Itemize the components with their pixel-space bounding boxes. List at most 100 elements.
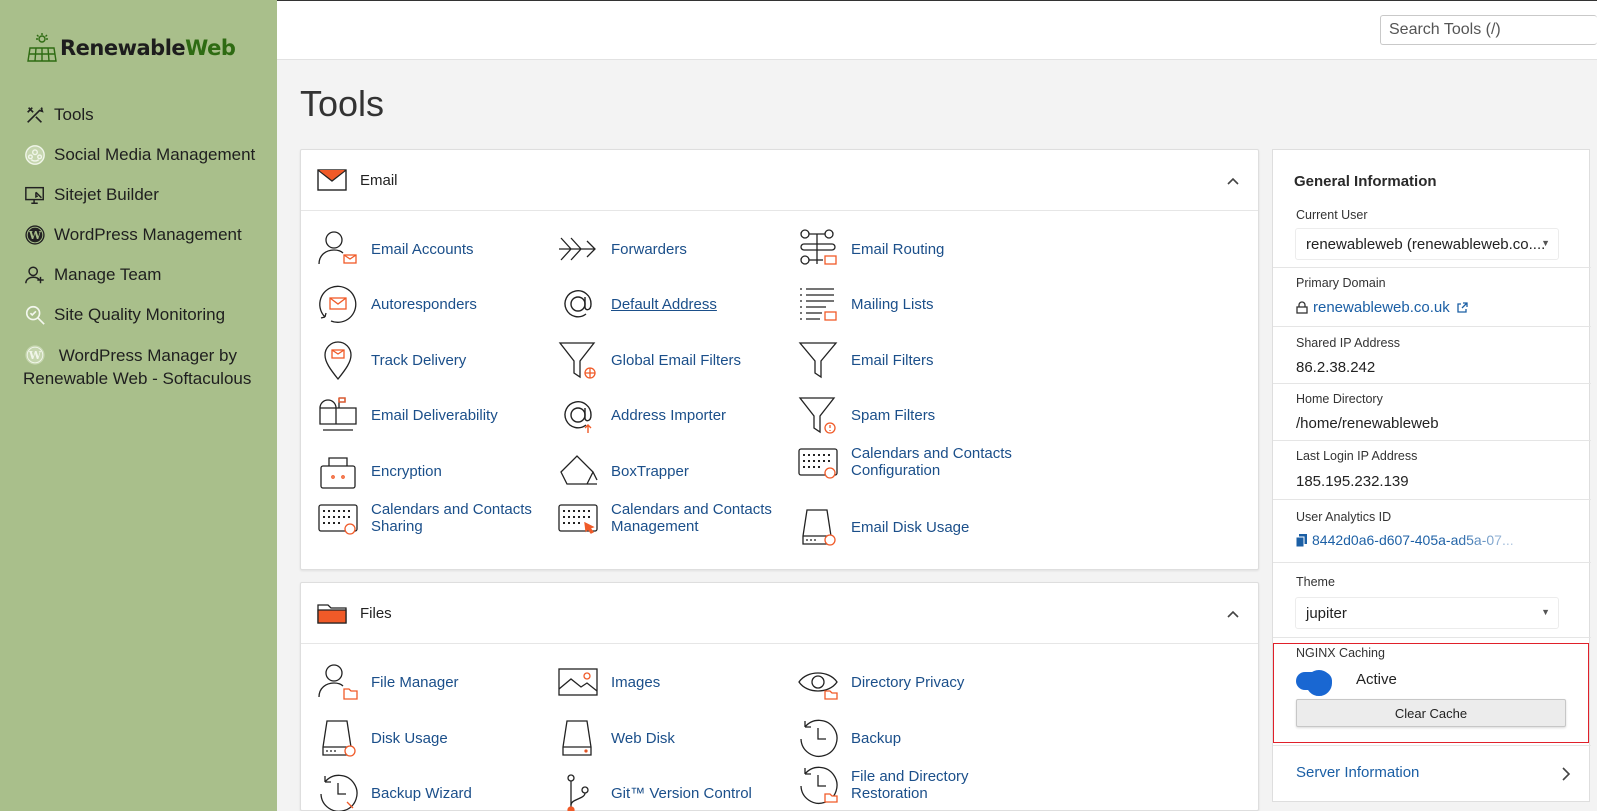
calendar-keyboard-icon <box>798 448 838 479</box>
primary-domain-link[interactable]: renewableweb.co.uk <box>1296 299 1468 316</box>
tool-label: BoxTrapper <box>611 462 689 480</box>
chevron-up-icon[interactable] <box>1226 174 1240 188</box>
tool-label: Images <box>611 673 661 691</box>
brand-logo[interactable]: RenewableWeb <box>26 32 236 64</box>
tool-backup[interactable]: Backup <box>797 717 1031 759</box>
tool-directory-privacy[interactable]: Directory Privacy <box>797 661 1031 703</box>
user-analytics-row: User Analytics ID 8442d0a6-d607-405a-ad5… <box>1273 500 1591 563</box>
email-routing-icon <box>800 229 837 265</box>
disk-usage-icon <box>802 509 836 546</box>
tool-email-accounts[interactable]: Email Accounts <box>317 228 551 270</box>
tool-label: Calendars and Contacts Management <box>611 501 772 535</box>
primary-domain-value: renewableweb.co.uk <box>1313 299 1450 316</box>
tool-label: File Manager <box>371 673 459 691</box>
current-user-label: Current User <box>1296 208 1368 222</box>
folder-icon <box>317 604 347 624</box>
tool-disk-usage[interactable]: Disk Usage <box>317 717 551 759</box>
theme-row: Theme jupiter ▼ <box>1273 563 1591 638</box>
tool-spam-filters[interactable]: Spam Filters <box>797 394 1031 436</box>
filter-globe-icon <box>558 342 596 379</box>
tool-calendars-contacts-sharing[interactable]: Calendars and Contacts Sharing <box>317 497 551 539</box>
file-manager-icon <box>318 664 358 700</box>
current-user-row: Current User renewableweb (renewableweb.… <box>1273 205 1591 268</box>
shared-ip-value: 86.2.38.242 <box>1296 359 1376 376</box>
chevron-right-icon <box>1562 767 1571 781</box>
spam-filter-icon <box>798 397 836 434</box>
tool-email-filters[interactable]: Email Filters <box>797 339 1031 381</box>
tool-email-deliverability[interactable]: Email Deliverability <box>317 394 551 436</box>
last-login-value: 185.195.232.139 <box>1296 473 1409 490</box>
chevron-up-icon[interactable] <box>1226 607 1240 621</box>
solar-panel-logo-icon <box>27 33 57 62</box>
tool-label: Default Address <box>611 295 717 313</box>
tool-mailing-lists[interactable]: Mailing Lists <box>797 283 1031 325</box>
social-media-icon <box>23 143 47 167</box>
sidebar-nav: Tools Social Media Management Sitejet Bu… <box>23 103 273 406</box>
tool-backup-wizard[interactable]: Backup Wizard <box>317 772 551 811</box>
tool-autoresponders[interactable]: Autoresponders <box>317 283 551 325</box>
tool-label: Email Accounts <box>371 240 474 258</box>
tool-file-directory-restoration[interactable]: File and Directory Restoration <box>797 764 1031 806</box>
primary-domain-label: Primary Domain <box>1296 276 1386 290</box>
files-panel-title: Files <box>360 604 392 622</box>
copy-icon <box>1296 533 1307 547</box>
backup-wizard-icon <box>320 774 358 811</box>
tool-email-routing[interactable]: Email Routing <box>797 228 1031 270</box>
server-information-link: Server Information <box>1296 764 1420 781</box>
tool-web-disk[interactable]: Web Disk <box>557 717 791 759</box>
brand-name-part1: Renewable <box>60 36 186 60</box>
sidebar-item-tools[interactable]: Tools <box>23 103 273 127</box>
tool-git-version-control[interactable]: Git™ Version Control <box>557 772 791 811</box>
mailing-lists-icon <box>800 288 837 321</box>
tool-boxtrapper[interactable]: BoxTrapper <box>557 450 791 492</box>
tool-label: Backup Wizard <box>371 784 472 802</box>
tool-address-importer[interactable]: Address Importer <box>557 394 791 436</box>
tool-label: Email Disk Usage <box>851 518 970 536</box>
email-panel: Email Email Accounts Forwarders Email Ro… <box>300 149 1259 570</box>
email-panel-header[interactable]: Email <box>301 150 1258 211</box>
sidebar-item-sitejet[interactable]: Sitejet Builder <box>23 183 273 207</box>
files-panel-header[interactable]: Files <box>301 583 1258 644</box>
tool-forwarders[interactable]: Forwarders <box>557 228 791 270</box>
tool-calendars-contacts-configuration[interactable]: Calendars and Contacts Configuration <box>797 441 1031 483</box>
dropdown-arrow-icon: ▼ <box>1541 607 1550 617</box>
disk-usage-icon <box>322 720 356 757</box>
tool-label: Autoresponders <box>371 295 477 313</box>
sidebar-item-label: Site Quality Monitoring <box>54 305 226 324</box>
tool-global-email-filters[interactable]: Global Email Filters <box>557 339 791 381</box>
server-information-row[interactable]: Server Information <box>1273 746 1591 801</box>
tool-file-manager[interactable]: File Manager <box>317 661 551 703</box>
tool-track-delivery[interactable]: Track Delivery <box>317 339 551 381</box>
image-icon <box>558 668 598 696</box>
home-directory-row: Home Directory /home/renewableweb <box>1273 384 1591 441</box>
sidebar-item-wordpress-manager-softaculous[interactable]: W WordPress Manager by Renewable Web - S… <box>23 343 273 390</box>
email-accounts-icon <box>318 231 357 265</box>
files-panel: Files File Manager Images Directory Priv… <box>300 582 1259 811</box>
tool-calendars-contacts-management[interactable]: Calendars and Contacts Management <box>557 497 791 539</box>
restore-icon <box>800 766 838 804</box>
tool-label: Calendars and Contacts Sharing <box>371 501 532 535</box>
current-user-select[interactable]: renewableweb (renewableweb.co.... ▼ <box>1295 228 1559 260</box>
user-analytics-value-wrap[interactable]: 8442d0a6-d607-405a-ad5a-07... <box>1296 532 1514 548</box>
theme-label: Theme <box>1296 575 1335 589</box>
tool-label: Mailing Lists <box>851 295 934 313</box>
search-tools-input[interactable] <box>1380 15 1597 45</box>
sidebar-item-manage-team[interactable]: Manage Team <box>23 263 273 287</box>
quality-monitor-icon <box>23 303 47 327</box>
theme-select[interactable]: jupiter ▼ <box>1295 597 1559 629</box>
sidebar-item-label: WordPress Manager by Renewable Web - Sof… <box>23 346 252 388</box>
sidebar-item-site-quality[interactable]: Site Quality Monitoring <box>23 303 273 327</box>
shared-ip-row: Shared IP Address 86.2.38.242 <box>1273 327 1591 384</box>
tool-email-disk-usage[interactable]: Email Disk Usage <box>797 506 1031 548</box>
sidebar-item-wordpress-management[interactable]: W WordPress Management <box>23 223 273 247</box>
tool-images[interactable]: Images <box>557 661 791 703</box>
tool-label: Git™ Version Control <box>611 784 752 802</box>
tool-encryption[interactable]: Encryption <box>317 450 551 492</box>
tool-default-address[interactable]: Default Address <box>557 283 791 325</box>
tools-icon <box>23 103 47 127</box>
last-login-label: Last Login IP Address <box>1296 449 1418 463</box>
lock-icon <box>1296 301 1308 314</box>
tool-label: Web Disk <box>611 729 675 747</box>
wordpress-icon: W <box>23 223 47 247</box>
sidebar-item-social-media[interactable]: Social Media Management <box>23 143 273 167</box>
